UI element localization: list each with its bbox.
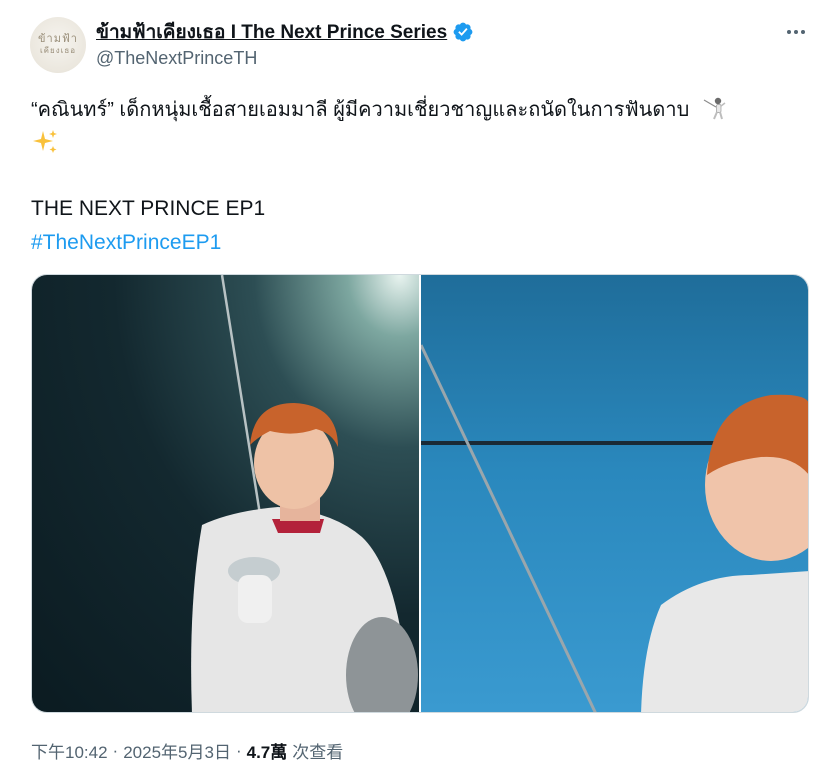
more-options-icon[interactable] [784, 20, 808, 44]
meta-separator-2: · [235, 740, 242, 760]
tweet-text-line1: “คณินทร์” เด็กหนุ่มเชื้อสายเอมมาลี ผู้มี… [31, 95, 727, 124]
avatar[interactable]: ข้ามฟ้า เคียงเธอ [30, 17, 86, 73]
avatar-logo-line1: ข้ามฟ้า [38, 32, 78, 45]
tweet-time[interactable]: 下午10:42 [31, 738, 108, 763]
photo-fencer-closeup-blue-background[interactable] [421, 275, 808, 712]
tweet-meta: 下午10:42 · 2025年5月3日 · 4.7萬 次查看 [31, 738, 343, 763]
fencer-illustration-left [191, 275, 418, 712]
tweet-date[interactable]: 2025年5月3日 [123, 738, 231, 763]
author-handle[interactable]: @TheNextPrinceTH [96, 48, 257, 69]
verified-badge-icon [453, 22, 473, 42]
tweet-media-grid [31, 274, 809, 713]
hashtag-link[interactable]: #TheNextPrinceEP1 [31, 229, 221, 257]
avatar-logo-line2: เคียงเธอ [39, 46, 77, 55]
author-name-row: ข้ามฟ้าเคียงเธอ I The Next Prince Series [96, 20, 474, 44]
person-fencing-emoji-icon [703, 97, 726, 120]
views-count: 4.7萬 [246, 743, 288, 762]
meta-separator: · [112, 740, 119, 760]
tweet-title-line: THE NEXT PRINCE EP1 [31, 197, 266, 220]
photo-fencer-holding-foil[interactable] [32, 275, 419, 712]
fencer-illustration-right [421, 344, 808, 712]
author-display-name[interactable]: ข้ามฟ้าเคียงเธอ I The Next Prince Series [96, 17, 447, 47]
views-label: 次查看 [292, 743, 344, 762]
sparkles-emoji-icon [33, 130, 57, 153]
tweet-text-line2 [31, 128, 59, 164]
tweet-text: “คณินทร์” เด็กหนุ่มเชื้อสายเอมมาลี ผู้มี… [31, 99, 690, 121]
tweet-card: ข้ามฟ้า เคียงเธอ ข้ามฟ้าเคียงเธอ I The N… [0, 0, 835, 780]
